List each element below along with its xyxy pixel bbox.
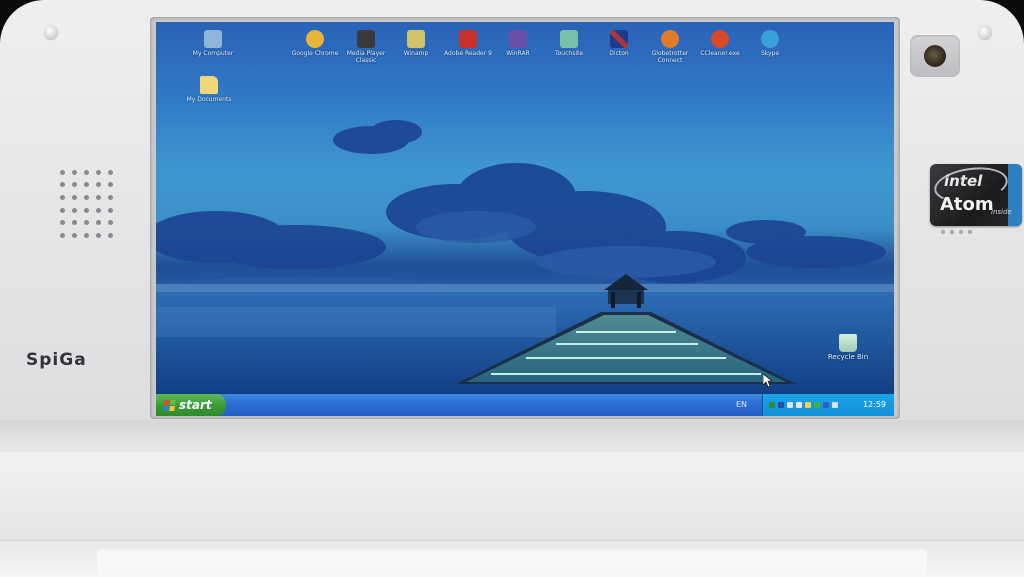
security-icon[interactable] <box>814 402 820 408</box>
desktop-icon-recycle-bin[interactable]: Recycle Bin <box>821 334 875 361</box>
network-icon[interactable] <box>769 402 775 408</box>
desktop-icon-winamp[interactable]: Winamp <box>389 30 443 57</box>
speaker-grille <box>56 166 116 242</box>
intel-badge-line2: Atom <box>940 194 994 215</box>
webcam <box>910 35 960 77</box>
speaker-icon[interactable] <box>796 402 802 408</box>
desktop-icon-my-computer[interactable]: My Computer <box>186 30 240 57</box>
brand-label: SpiGa <box>26 350 87 370</box>
sync-icon[interactable] <box>805 402 811 408</box>
desktop-icon-skype[interactable]: Skype <box>743 30 797 57</box>
screw-right <box>978 25 992 39</box>
intel-atom-badge: intel Atom inside <box>930 164 1022 226</box>
keyboard-edge <box>96 548 928 576</box>
shield-icon[interactable] <box>778 402 784 408</box>
desktop-icon-my-documents[interactable]: My Documents <box>182 76 236 103</box>
touchsite-icon <box>560 30 578 48</box>
start-button[interactable]: start <box>156 394 226 416</box>
desktop-icon-touchsite[interactable]: Touchsite <box>542 30 596 57</box>
wallpaper-ocean-pier <box>156 120 894 394</box>
mouse-cursor-icon <box>763 374 773 388</box>
intel-badge-line3: inside <box>991 208 1012 216</box>
desktop-icon-media-player-classic[interactable]: Media Player Classic <box>339 30 393 64</box>
volume-icon[interactable] <box>832 402 838 408</box>
desktop-icon-ccleaner[interactable]: CCleaner.exe <box>693 30 747 57</box>
chrome-icon <box>306 30 324 48</box>
status-leds <box>941 230 972 234</box>
skype-icon <box>761 30 779 48</box>
computer-icon <box>204 30 222 48</box>
dicton-icon <box>610 30 628 48</box>
winamp-icon <box>407 30 425 48</box>
globetrotter-icon <box>661 30 679 48</box>
language-indicator[interactable]: EN <box>736 394 747 416</box>
folder-icon <box>200 76 218 94</box>
desktop-icon-winrar[interactable]: WinRAR <box>491 30 545 57</box>
media-player-icon <box>357 30 375 48</box>
bluetooth-icon[interactable] <box>823 402 829 408</box>
intel-badge-line1: intel <box>944 172 983 190</box>
start-label: start <box>179 398 212 412</box>
recycle-bin-icon <box>839 334 857 352</box>
desktop-icon-globetrotter-connect[interactable]: Globetrotter Connect <box>643 30 697 64</box>
desktop-screen: My Computer Google Chrome Media Player C… <box>156 22 894 416</box>
desktop-icon-dicton[interactable]: Dicton <box>592 30 646 57</box>
ccleaner-icon <box>711 30 729 48</box>
desktop-icon-google-chrome[interactable]: Google Chrome <box>288 30 342 57</box>
system-tray: 12:59 <box>762 394 894 416</box>
winrar-icon <box>509 30 527 48</box>
windows-logo-icon <box>163 399 176 411</box>
adobe-reader-icon <box>459 30 477 48</box>
tool-icon[interactable] <box>787 402 793 408</box>
screw-left <box>44 25 58 39</box>
taskbar: start EN 12:59 <box>156 394 894 416</box>
desktop-icon-adobe-reader[interactable]: Adobe Reader 9 <box>441 30 495 57</box>
taskbar-clock[interactable]: 12:59 <box>863 394 886 416</box>
